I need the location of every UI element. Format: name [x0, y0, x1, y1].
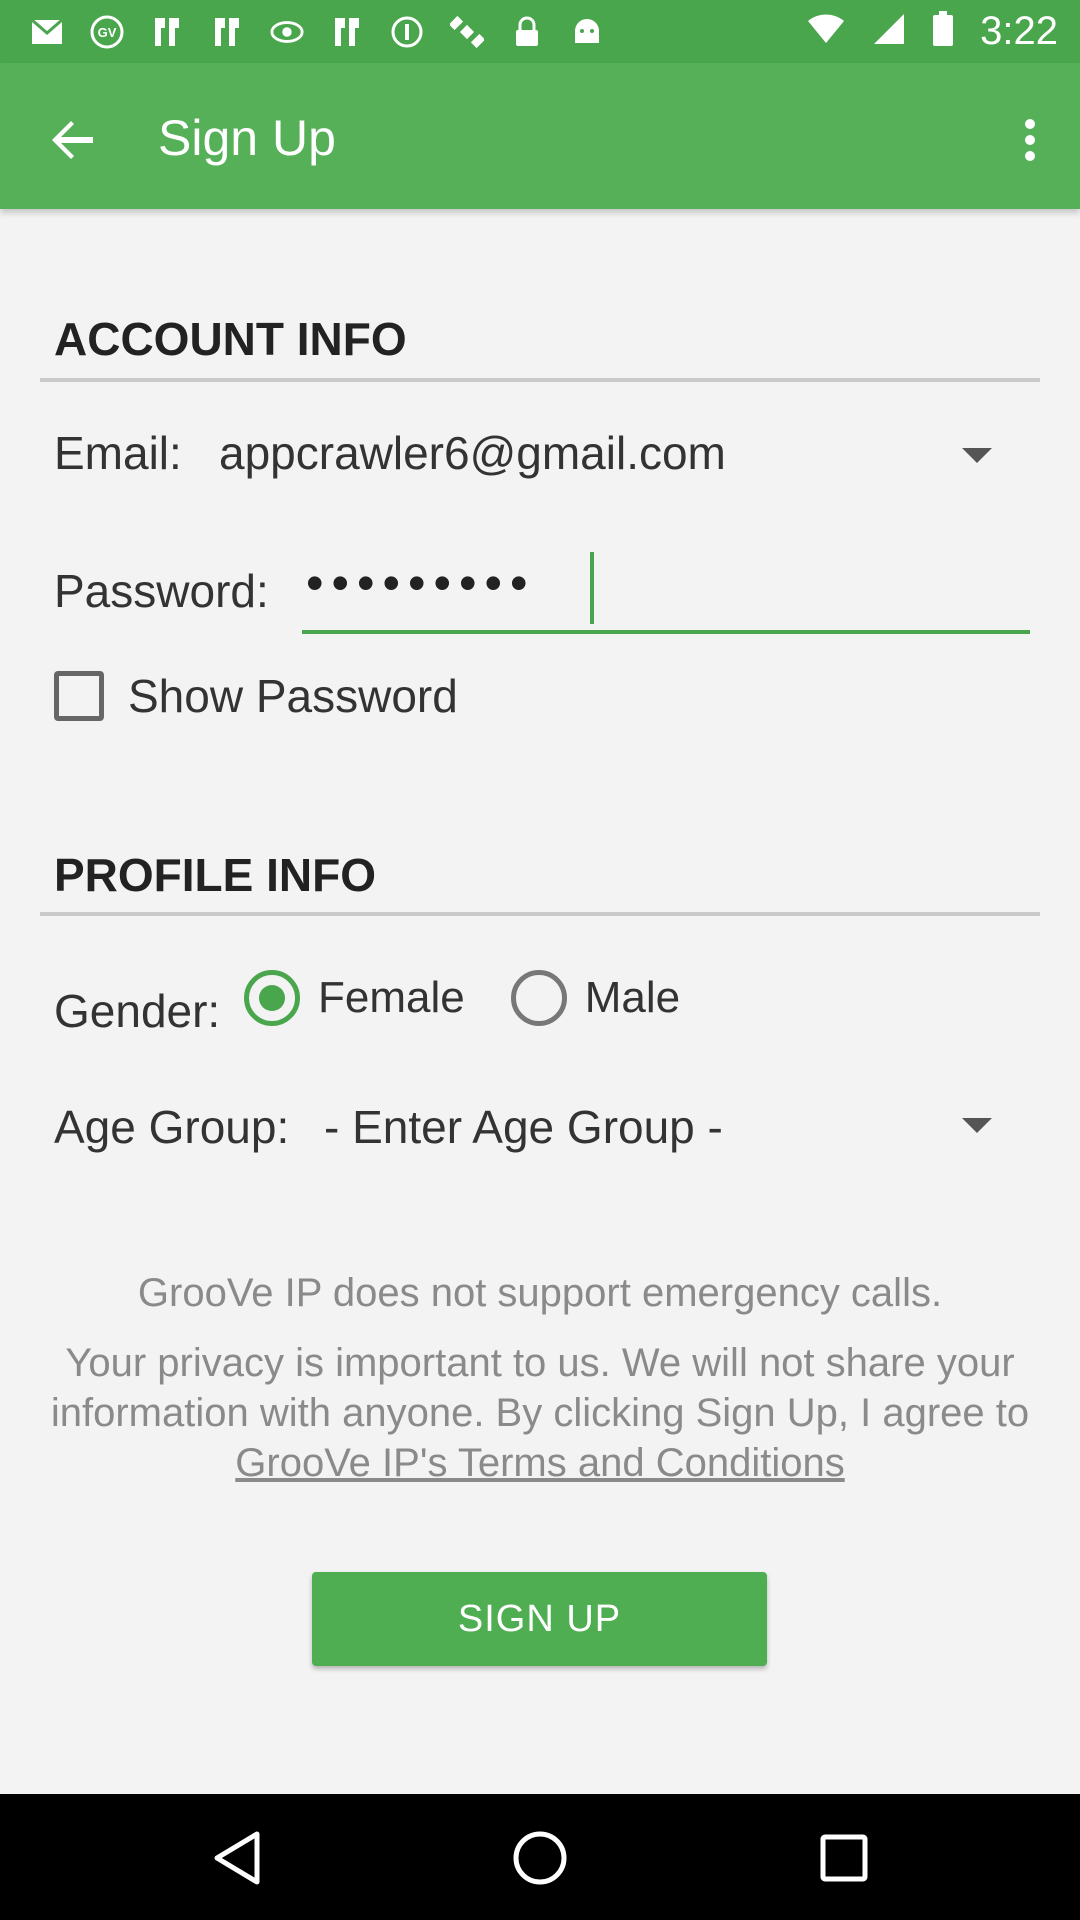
navigation-bar — [0, 1794, 1080, 1920]
radio-button-male[interactable] — [510, 970, 567, 1026]
page-title: Sign Up — [158, 110, 336, 166]
emergency-notice: GrooVe IP does not support emergency cal… — [137, 1271, 943, 1315]
show-password-checkbox[interactable] — [54, 671, 104, 721]
svg-text:GV: GV — [98, 25, 117, 40]
status-bar: GV 3:22 — [0, 0, 1080, 63]
satellite-icon — [450, 15, 484, 49]
text-cursor — [590, 552, 594, 624]
email-select[interactable]: appcrawler6@gmail.com — [219, 426, 726, 480]
chevron-down-icon — [962, 448, 992, 463]
clock: 3:22 — [980, 9, 1058, 53]
gv-icon: GV — [90, 15, 124, 49]
nav-home-button[interactable] — [500, 1818, 580, 1898]
android-icon — [570, 15, 604, 49]
gender-radio-group: Female Male — [244, 970, 726, 1026]
notification-icon — [330, 15, 364, 49]
mail-icon — [30, 15, 64, 49]
notification-icon — [150, 15, 184, 49]
back-button[interactable] — [38, 105, 108, 175]
home-circle-icon — [513, 1831, 567, 1885]
nav-recents-button[interactable] — [804, 1818, 884, 1898]
nav-back-button[interactable] — [196, 1818, 276, 1898]
eye-icon — [270, 15, 304, 49]
overflow-menu-button[interactable] — [1000, 105, 1060, 175]
terms-link[interactable]: GrooVe IP's Terms and Conditions — [235, 1441, 844, 1485]
more-vert-icon — [1025, 119, 1035, 161]
account-info-header: ACCOUNT INFO — [40, 312, 1040, 382]
password-value: ••••••••• — [306, 555, 536, 611]
radio-label-male: Male — [584, 973, 681, 1022]
app-bar: Sign Up — [0, 63, 1080, 209]
chevron-down-icon — [962, 1118, 992, 1133]
privacy-line-2: information with anyone. By clicking Sig… — [50, 1391, 1030, 1435]
sign-up-button[interactable]: SIGN UP — [312, 1572, 767, 1666]
radio-label-female: Female — [318, 973, 465, 1022]
lock-icon — [510, 15, 544, 49]
battery-icon — [932, 11, 954, 52]
signal-icon — [872, 12, 906, 51]
privacy-notice: Your privacy is important to us. We will… — [0, 1338, 1080, 1488]
show-password-row[interactable]: Show Password — [54, 668, 458, 724]
radio-button-female[interactable] — [244, 970, 300, 1026]
password-label: Password: — [54, 565, 269, 617]
gender-option-male[interactable]: Male — [510, 970, 681, 1026]
profile-info-header: PROFILE INFO — [40, 848, 1040, 916]
show-password-label: Show Password — [128, 670, 458, 722]
gender-option-female[interactable]: Female — [244, 970, 465, 1026]
back-triangle-icon — [214, 1831, 260, 1885]
privacy-line-1: Your privacy is important to us. We will… — [65, 1341, 1015, 1385]
email-row[interactable]: Email: appcrawler6@gmail.com — [54, 420, 1014, 490]
email-label: Email: — [54, 427, 182, 479]
pocket-icon — [390, 15, 424, 49]
password-input[interactable]: ••••••••• — [302, 552, 1030, 634]
age-group-label: Age Group: — [54, 1101, 290, 1153]
notification-icon — [210, 15, 244, 49]
wifi-icon — [806, 13, 846, 50]
gender-label: Gender: — [54, 985, 221, 1037]
notification-icons: GV — [0, 15, 604, 49]
back-arrow-icon — [52, 121, 93, 159]
system-status: 3:22 — [806, 0, 1058, 63]
recents-square-icon — [820, 1834, 868, 1882]
age-group-select[interactable]: - Enter Age Group - — [324, 1100, 723, 1154]
